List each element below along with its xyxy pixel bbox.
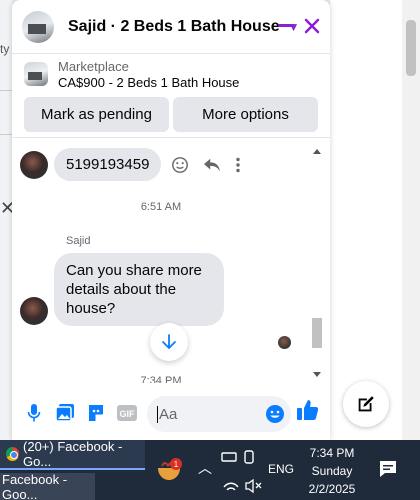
listing-title[interactable]: CA$900 - 2 Beds 1 Bath House: [58, 75, 239, 90]
scroll-down-icon[interactable]: [313, 372, 321, 377]
message-input-placeholder: Aa: [157, 405, 178, 423]
background-divider: [0, 90, 12, 91]
notifications-icon[interactable]: [379, 460, 397, 478]
emoji-icon[interactable]: [265, 404, 285, 424]
gif-icon[interactable]: GIF: [117, 403, 137, 423]
background-text: ty: [0, 42, 10, 56]
message-input[interactable]: Aa: [147, 396, 291, 432]
timestamp: 7:34 PM: [140, 375, 182, 383]
arrow-down-icon: [162, 334, 176, 350]
reply-icon[interactable]: [203, 157, 221, 173]
background-divider: [0, 134, 12, 135]
more-icon[interactable]: [235, 157, 241, 173]
taskbar-item-label: (20+) Facebook - Go...: [23, 439, 123, 469]
sender-name: Sajid: [66, 235, 91, 247]
seen-indicator: [278, 336, 291, 349]
compose-icon: [358, 396, 374, 412]
chevron-up-icon[interactable]: ︿: [198, 458, 212, 478]
close-icon: [304, 18, 320, 34]
minimize-button[interactable]: [274, 14, 298, 38]
chat-title[interactable]: Sajid · 2 Beds 1 Bath House: [68, 18, 280, 36]
scroll-up-icon[interactable]: [313, 149, 321, 154]
react-icon[interactable]: [171, 156, 189, 174]
chat-window: Sajid · 2 Beds 1 Bath House ▼ Marketplac…: [12, 0, 330, 440]
system-tray-icons[interactable]: [218, 447, 266, 495]
scroll-to-bottom-button[interactable]: [150, 323, 188, 361]
minimize-icon: [278, 24, 294, 27]
more-options-button[interactable]: More options: [173, 97, 318, 132]
listing-actions: Mark as pending More options: [24, 97, 318, 132]
language-indicator[interactable]: ENG: [268, 462, 294, 476]
message-list: 5199193459 6:51 AM Sajid Can you share m…: [12, 143, 330, 383]
taskbar-item-facebook-2[interactable]: Facebook - Goo...: [0, 471, 95, 500]
page-scrollbar-thumb[interactable]: [406, 20, 416, 76]
notification-badge: 1: [170, 458, 182, 470]
conversation-avatar[interactable]: [22, 10, 54, 43]
like-button[interactable]: [296, 398, 320, 427]
timestamp: 6:51 AM: [140, 201, 182, 213]
taskbar-item-label: Facebook - Goo...: [2, 471, 68, 500]
message-scrollbar-thumb[interactable]: [312, 318, 322, 348]
message-bubble[interactable]: 5199193459: [54, 148, 162, 181]
thumbs-up-icon: [297, 400, 319, 420]
mark-as-pending-button[interactable]: Mark as pending: [24, 97, 169, 132]
clock-time: 7:34 PM: [309, 446, 355, 460]
message-scrollbar[interactable]: [310, 143, 324, 383]
message-tools: [171, 156, 241, 174]
avatar[interactable]: [20, 297, 48, 325]
message-row: 5199193459: [20, 148, 241, 181]
clock-day: Sunday: [311, 464, 353, 478]
clock[interactable]: 7:34 PM Sunday 2/2/2025: [300, 444, 364, 498]
clock-date: 2/2/2025: [308, 482, 356, 496]
svg-text:1: 1: [174, 460, 179, 469]
sticker-icon[interactable]: [86, 403, 106, 423]
new-message-button[interactable]: [343, 381, 389, 427]
microphone-icon[interactable]: [24, 403, 44, 423]
marketplace-label: Marketplace: [58, 59, 129, 74]
message-bubble[interactable]: Can you share more details about the hou…: [54, 253, 224, 326]
svg-text:GIF: GIF: [120, 409, 136, 419]
taskbar-item-facebook[interactable]: (20+) Facebook - Go...: [0, 439, 145, 470]
chrome-icon: [6, 447, 20, 461]
listing-thumbnail[interactable]: [24, 62, 48, 86]
photo-icon[interactable]: [55, 403, 75, 423]
background-page-left: [0, 0, 12, 440]
close-button[interactable]: [300, 14, 324, 38]
avatar[interactable]: [20, 150, 48, 179]
